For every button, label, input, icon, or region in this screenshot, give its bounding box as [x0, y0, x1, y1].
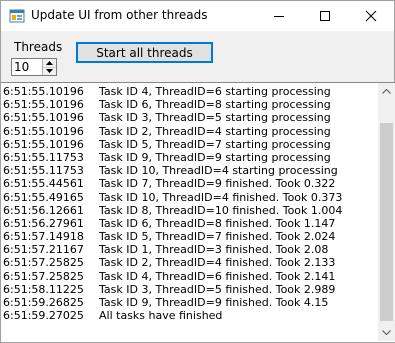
- log-time: 6:51:56.27961: [3, 216, 84, 230]
- log-time: 6:51:55.10196: [3, 124, 84, 138]
- log-message: Task ID 10, ThreadID=4 finished. Took 0.…: [99, 190, 343, 204]
- log-time: 6:51:55.11753: [3, 150, 84, 164]
- maximize-button[interactable]: [302, 1, 348, 31]
- log-row[interactable]: 6:51:57.25825 Task ID 4, ThreadID=6 finis…: [3, 270, 377, 283]
- log-time: 6:51:57.14918: [3, 230, 84, 244]
- log-message: Task ID 8, ThreadID=10 finished. Took 1.…: [99, 203, 343, 217]
- log-message: Task ID 6, ThreadID=8 finished. Took 1.1…: [99, 216, 336, 230]
- log-message: Task ID 10, ThreadID=4 starting processi…: [99, 164, 338, 178]
- start-all-threads-button[interactable]: Start all threads: [76, 42, 213, 63]
- log-message: Task ID 2, ThreadID=4 finished. Took 2.1…: [99, 256, 336, 270]
- log-message: Task ID 4, ThreadID=6 starting processin…: [99, 85, 331, 98]
- close-button[interactable]: [348, 1, 394, 31]
- log-message: Task ID 4, ThreadID=6 finished. Took 2.1…: [99, 269, 336, 283]
- log-message: Task ID 9, ThreadID=9 finished. Took 4.1…: [99, 296, 329, 309]
- log-row[interactable]: 6:51:55.10196 Task ID 6, ThreadID=8 start…: [3, 98, 377, 111]
- main-window: Update UI from other threads Threads 10: [0, 0, 395, 343]
- title-bar[interactable]: Update UI from other threads: [1, 1, 394, 31]
- chevron-up-icon: [382, 89, 391, 94]
- log-time: 6:51:55.44561: [3, 177, 84, 191]
- log-time: 6:51:59.26825: [3, 296, 84, 309]
- threads-spinner[interactable]: 10: [11, 58, 57, 76]
- log-time: 6:51:57.25825: [3, 256, 84, 270]
- minimize-icon: [274, 16, 284, 17]
- threads-value[interactable]: 10: [14, 60, 29, 74]
- log-row[interactable]: 6:51:55.11753 Task ID 9, ThreadID=9 start…: [3, 151, 377, 164]
- log-time: 6:51:55.10196: [3, 111, 84, 125]
- log-time: 6:51:55.11753: [3, 164, 84, 178]
- log-row[interactable]: 6:51:55.11753 Task ID 10, ThreadID=4 star…: [3, 164, 377, 177]
- log-row[interactable]: 6:51:57.25825 Task ID 2, ThreadID=4 finis…: [3, 256, 377, 269]
- threads-label: Threads: [14, 40, 63, 54]
- log-row[interactable]: 6:51:55.10196 Task ID 4, ThreadID=6 start…: [3, 85, 377, 98]
- chevron-up-icon: [46, 61, 53, 65]
- scroll-up-button[interactable]: [378, 83, 395, 100]
- log-row[interactable]: 6:51:58.11225 Task ID 3, ThreadID=5 finis…: [3, 283, 377, 296]
- maximize-icon: [320, 11, 330, 21]
- log-row[interactable]: 6:51:55.10196 Task ID 3, ThreadID=5 start…: [3, 111, 377, 124]
- close-icon: [365, 10, 377, 22]
- minimize-button[interactable]: [256, 1, 302, 31]
- log-time: 6:51:55.10196: [3, 85, 84, 98]
- log-row[interactable]: 6:51:57.21167 Task ID 1, ThreadID=3 finis…: [3, 243, 377, 256]
- log-row[interactable]: 6:51:59.27025 All tasks have finished: [3, 309, 377, 322]
- log-row[interactable]: 6:51:55.49165 Task ID 10, ThreadID=4 fini…: [3, 191, 377, 204]
- log-message: Task ID 6, ThreadID=8 starting processin…: [99, 98, 331, 112]
- scroll-thumb[interactable]: [380, 123, 393, 321]
- log-row[interactable]: 6:51:55.10196 Task ID 2, ThreadID=4 start…: [3, 125, 377, 138]
- log-message: Task ID 7, ThreadID=9 finished. Took 0.3…: [99, 177, 336, 191]
- windows-form-icon: [9, 9, 25, 23]
- log-rows: 6:51:55.10196 Task ID 4, ThreadID=6 start…: [3, 85, 377, 322]
- log-message: All tasks have finished: [99, 309, 223, 323]
- log-time: 6:51:57.25825: [3, 269, 84, 283]
- spin-buttons: [42, 59, 56, 75]
- log-time: 6:51:57.21167: [3, 243, 84, 257]
- log-message: Task ID 9, ThreadID=9 starting processin…: [99, 150, 331, 164]
- log-time: 6:51:55.49165: [3, 190, 84, 204]
- chevron-down-icon: [46, 69, 53, 73]
- log-time: 6:51:56.12661: [3, 203, 84, 217]
- log-time: 6:51:59.27025: [3, 309, 84, 323]
- log-row[interactable]: 6:51:56.27961 Task ID 6, ThreadID=8 finis…: [3, 217, 377, 230]
- spin-down-button[interactable]: [43, 67, 56, 75]
- log-row[interactable]: 6:51:56.12661 Task ID 8, ThreadID=10 fini…: [3, 204, 377, 217]
- log-row[interactable]: 6:51:57.14918 Task ID 5, ThreadID=7 finis…: [3, 230, 377, 243]
- vertical-scrollbar[interactable]: [378, 83, 395, 341]
- log-listbox[interactable]: 6:51:55.10196 Task ID 4, ThreadID=6 start…: [1, 82, 395, 342]
- log-row[interactable]: 6:51:59.26825 Task ID 9, ThreadID=9 finis…: [3, 296, 377, 309]
- window-title: Update UI from other threads: [31, 8, 208, 22]
- log-row[interactable]: 6:51:55.44561 Task ID 7, ThreadID=9 finis…: [3, 177, 377, 190]
- chevron-down-icon: [382, 330, 391, 335]
- log-time: 6:51:55.10196: [3, 137, 84, 151]
- log-message: Task ID 3, ThreadID=5 finished. Took 2.9…: [99, 282, 336, 296]
- log-message: Task ID 2, ThreadID=4 starting processin…: [99, 124, 331, 138]
- log-time: 6:51:55.10196: [3, 98, 84, 112]
- scroll-down-button[interactable]: [378, 324, 395, 341]
- log-row[interactable]: 6:51:55.10196 Task ID 5, ThreadID=7 start…: [3, 138, 377, 151]
- log-message: Task ID 3, ThreadID=5 starting processin…: [99, 111, 331, 125]
- log-message: Task ID 5, ThreadID=7 starting processin…: [99, 137, 331, 151]
- log-message: Task ID 5, ThreadID=7 finished. Took 2.0…: [99, 230, 336, 244]
- log-time: 6:51:58.11225: [3, 282, 84, 296]
- log-message: Task ID 1, ThreadID=3 finished. Took 2.0…: [99, 243, 329, 257]
